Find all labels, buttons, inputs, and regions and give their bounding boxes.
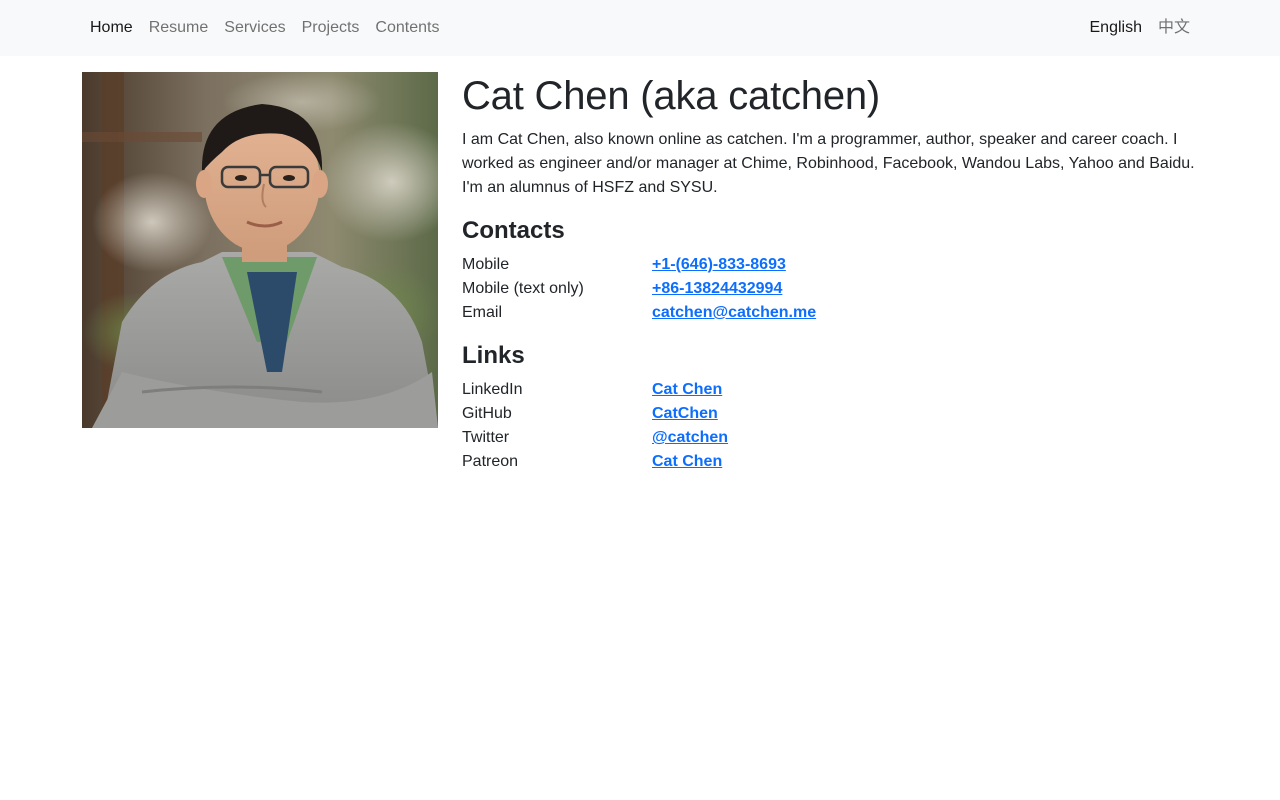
language-english-link[interactable]: English bbox=[1082, 16, 1150, 40]
profile-photo bbox=[82, 72, 438, 428]
link-label: Patreon bbox=[462, 453, 519, 470]
contact-row-email: Email catchen@catchen.me bbox=[462, 301, 1198, 325]
language-chinese-link[interactable]: 中文 bbox=[1150, 16, 1198, 40]
twitter-link[interactable]: @catchen bbox=[652, 426, 728, 450]
link-label: Twitter bbox=[462, 429, 510, 446]
text-phone-link[interactable]: +86-13824432994 bbox=[652, 277, 782, 301]
link-label: GitHub bbox=[462, 405, 512, 422]
intro-paragraph: I am Cat Chen, also known online as catc… bbox=[462, 131, 1195, 196]
link-row-github: GitHub CatChen bbox=[462, 402, 1198, 426]
link-label: LinkedIn bbox=[462, 381, 523, 398]
contact-label: Mobile bbox=[462, 256, 510, 273]
github-link[interactable]: CatChen bbox=[652, 402, 718, 426]
nav-resume-link[interactable]: Resume bbox=[141, 16, 217, 40]
contacts-heading: Contacts bbox=[462, 217, 565, 244]
linkedin-link[interactable]: Cat Chen bbox=[652, 378, 722, 402]
contacts-list: Mobile +1-(646)-833-8693 Mobile (text on… bbox=[462, 253, 1198, 325]
contact-row-mobile-text: Mobile (text only) +86-13824432994 bbox=[462, 277, 1198, 301]
contact-row-mobile: Mobile +1-(646)-833-8693 bbox=[462, 253, 1198, 277]
link-row-patreon: Patreon Cat Chen bbox=[462, 450, 1198, 474]
contact-label: Email bbox=[462, 304, 503, 321]
contact-label: Mobile (text only) bbox=[462, 280, 584, 297]
links-list: LinkedIn Cat Chen GitHub CatChen Twitter… bbox=[462, 378, 1198, 474]
navbar: Home Resume Services Projects Contents E… bbox=[0, 0, 1280, 56]
nav-services-link[interactable]: Services bbox=[216, 16, 293, 40]
page-title: Cat Chen (aka catchen) bbox=[462, 74, 881, 118]
nav-home-link[interactable]: Home bbox=[82, 16, 141, 40]
patreon-link[interactable]: Cat Chen bbox=[652, 450, 722, 474]
email-link[interactable]: catchen@catchen.me bbox=[652, 301, 816, 325]
mobile-phone-link[interactable]: +1-(646)-833-8693 bbox=[652, 253, 786, 277]
links-heading: Links bbox=[462, 342, 525, 369]
nav-menu: Home Resume Services Projects Contents bbox=[82, 0, 447, 56]
nav-projects-link[interactable]: Projects bbox=[294, 16, 368, 40]
main-content: Cat Chen (aka catchen) I am Cat Chen, al… bbox=[462, 72, 1198, 490]
language-switcher: English 中文 bbox=[1082, 0, 1199, 56]
nav-contents-link[interactable]: Contents bbox=[367, 16, 447, 40]
link-row-linkedin: LinkedIn Cat Chen bbox=[462, 378, 1198, 402]
link-row-twitter: Twitter @catchen bbox=[462, 426, 1198, 450]
